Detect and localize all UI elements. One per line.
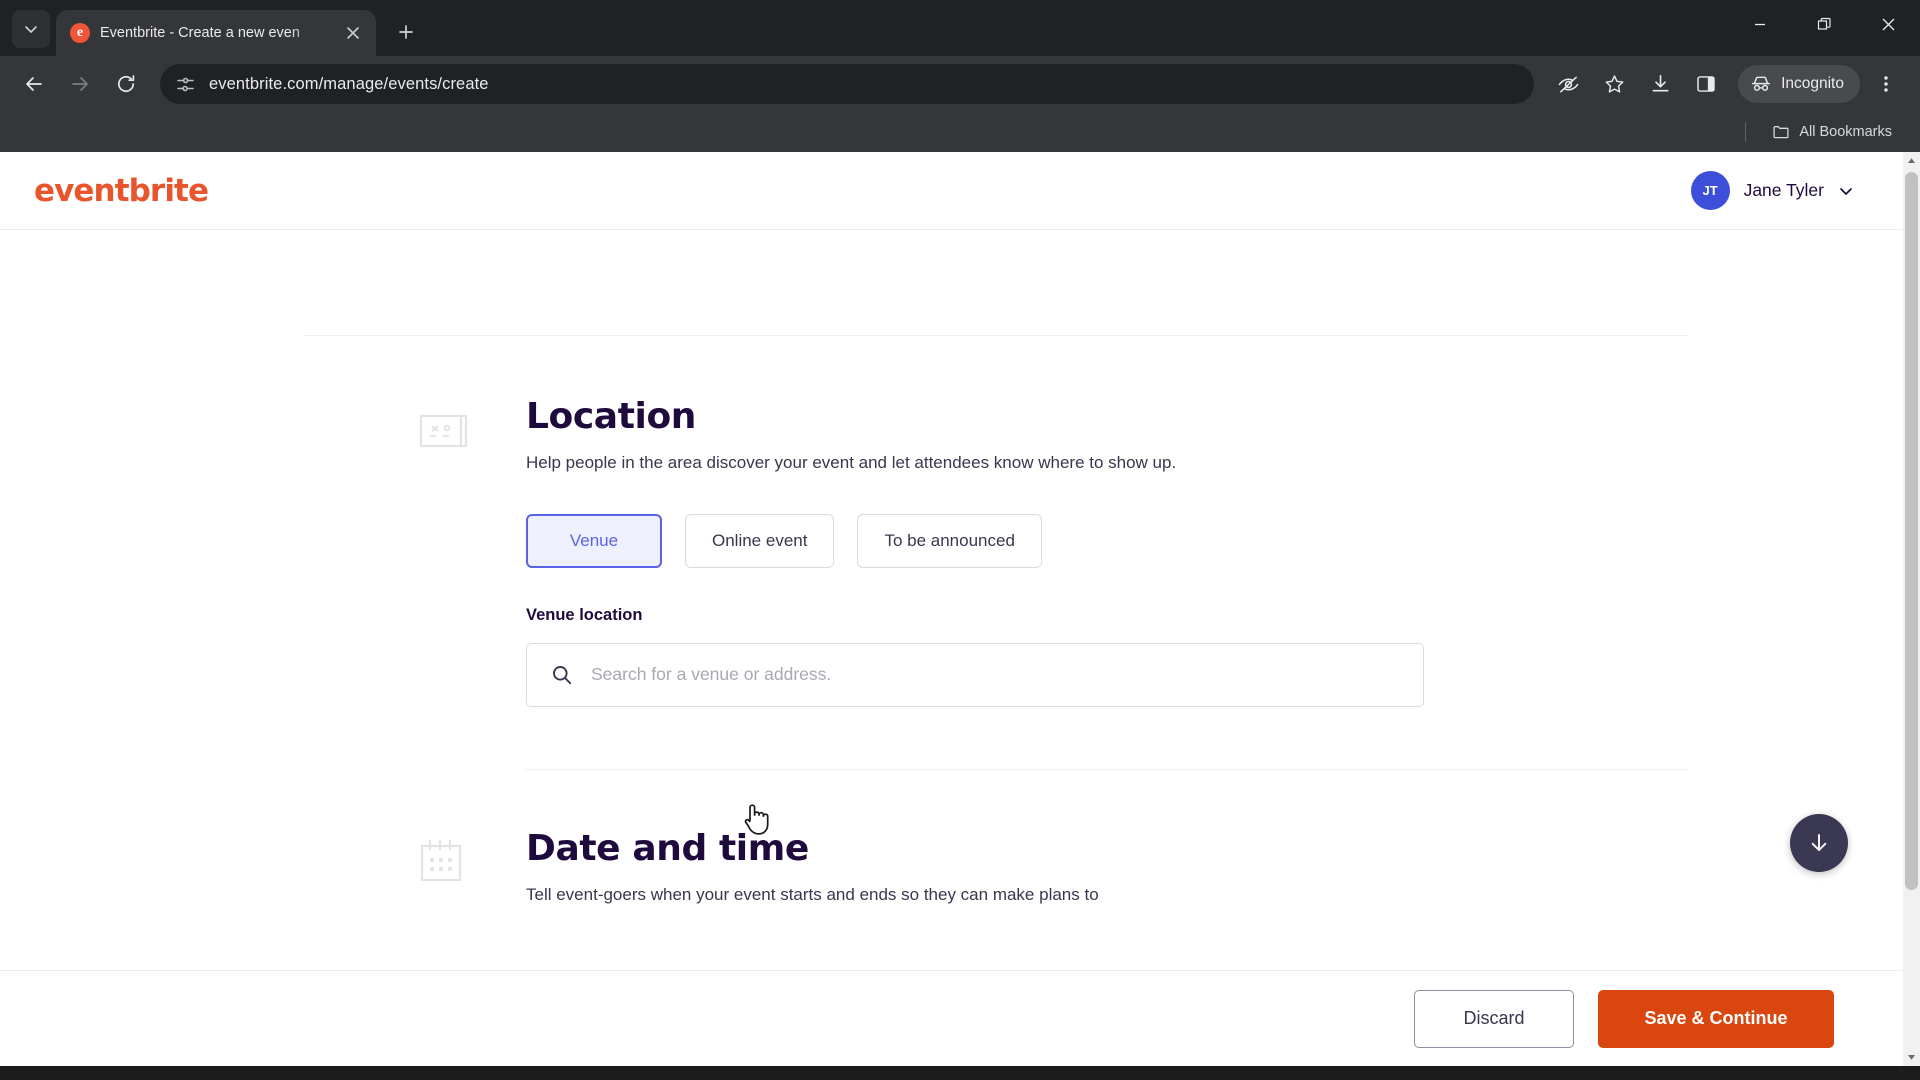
eventbrite-favicon: e: [70, 23, 90, 43]
chevron-down-icon: [25, 26, 37, 33]
avatar: JT: [1690, 171, 1730, 210]
star-icon: [1605, 74, 1624, 93]
chevron-down-icon: [1840, 187, 1852, 195]
scroll-up-arrow[interactable]: [1903, 152, 1920, 169]
location-option-online-event-label: Online event: [712, 530, 808, 550]
minimize-button[interactable]: [1728, 0, 1792, 48]
browser-scrollbar-thumb[interactable]: [1905, 172, 1918, 890]
discard-button[interactable]: Discard: [1414, 989, 1574, 1048]
restore-window-icon: [1817, 17, 1831, 30]
save-and-continue-button[interactable]: Save & Continue: [1598, 989, 1834, 1048]
reload-icon: [117, 75, 135, 93]
datetime-title: Date and time: [526, 827, 809, 869]
all-bookmarks-button[interactable]: All Bookmarks: [1766, 119, 1898, 145]
close-window-button[interactable]: [1856, 0, 1920, 48]
location-option-online-event[interactable]: Online event: [685, 513, 835, 568]
user-name: Jane Tyler: [1743, 180, 1824, 200]
forward-button[interactable]: [60, 64, 100, 104]
close-tab-button[interactable]: [340, 20, 366, 46]
side-panel-button[interactable]: [1686, 64, 1726, 104]
form-content: Location Help people in the area discove…: [0, 335, 1920, 907]
location-title: Location: [526, 396, 697, 437]
tab-strip: e Eventbrite - Create a new even: [0, 0, 1920, 56]
browser-toolbar: eventbrite.com/manage/events/create Inco…: [0, 56, 1920, 112]
venue-search-input[interactable]: [591, 664, 1399, 686]
eye-slash-icon: [1558, 76, 1578, 92]
window-close-icon: [1882, 18, 1894, 30]
datetime-section: Date and time Tell event-goers when your…: [0, 828, 1920, 908]
location-option-venue[interactable]: Venue: [526, 513, 662, 568]
form-action-bar: Discard Save & Continue: [0, 970, 1920, 1066]
user-menu[interactable]: JT Jane Tyler: [1690, 171, 1884, 210]
url-text: eventbrite.com/manage/events/create: [209, 74, 489, 93]
new-tab-button[interactable]: [388, 14, 424, 50]
all-bookmarks-label: All Bookmarks: [1799, 124, 1892, 140]
location-description: Help people in the area discover your ev…: [526, 453, 1177, 472]
downloads-button[interactable]: [1640, 64, 1680, 104]
scroll-down-arrow[interactable]: [1903, 1049, 1920, 1066]
window-bottom-edge: [0, 1066, 1920, 1080]
maximize-button[interactable]: [1792, 0, 1856, 48]
window-controls: [1728, 0, 1920, 48]
location-option-to-be-announced[interactable]: To be announced: [857, 513, 1042, 568]
datetime-description: Tell event-goers when your event starts …: [526, 884, 1099, 904]
download-icon: [1652, 74, 1669, 92]
bookmark-button[interactable]: [1594, 64, 1634, 104]
tab-title: Eventbrite - Create a new even: [100, 25, 300, 41]
tracking-protection-button[interactable]: [1548, 64, 1588, 104]
search-icon: [553, 665, 572, 684]
back-button[interactable]: [14, 64, 54, 104]
page-scroll-region: Location Help people in the area discove…: [0, 230, 1920, 970]
location-option-to-be-announced-label: To be announced: [884, 530, 1015, 550]
eventbrite-header: eventbrite JT Jane Tyler: [0, 152, 1920, 230]
bookmarks-divider: [1745, 122, 1747, 142]
map-blueprint-icon: [416, 402, 472, 458]
forward-arrow-icon: [72, 77, 88, 91]
calendar-icon: [416, 834, 472, 890]
eventbrite-logo[interactable]: eventbrite: [34, 173, 209, 209]
location-type-group: Venue Online event To be announced: [526, 513, 1424, 568]
minimize-icon: [1755, 23, 1765, 26]
location-body: Location Help people in the area discove…: [526, 396, 1424, 707]
incognito-label: Incognito: [1781, 75, 1844, 92]
section-divider-mid: [525, 768, 1688, 770]
browser-tab[interactable]: e Eventbrite - Create a new even: [56, 10, 376, 56]
scroll-down-button[interactable]: [1790, 814, 1848, 872]
datetime-body: Date and time Tell event-goers when your…: [526, 828, 1099, 908]
tab-search-button[interactable]: [12, 10, 50, 48]
address-bar[interactable]: eventbrite.com/manage/events/create: [160, 64, 1535, 104]
plus-icon: [399, 25, 413, 39]
venue-search-box[interactable]: [526, 642, 1424, 707]
reload-button[interactable]: [106, 64, 146, 104]
browser-scrollbar[interactable]: [1903, 152, 1920, 1066]
location-option-venue-label: Venue: [569, 530, 619, 550]
venue-location-label: Venue location: [526, 605, 643, 624]
page-viewport: eventbrite JT Jane Tyler Location Help p…: [0, 152, 1920, 1066]
side-panel-icon: [1697, 76, 1715, 92]
arrow-down-icon: [1811, 834, 1827, 852]
incognito-indicator[interactable]: Incognito: [1738, 65, 1860, 103]
incognito-hat-icon: [1752, 76, 1771, 91]
browser-menu-button[interactable]: [1866, 64, 1906, 104]
three-dot-menu-icon: [1884, 76, 1888, 92]
section-divider-top: [304, 335, 1688, 336]
back-arrow-icon: [26, 77, 42, 91]
browser-window: e Eventbrite - Create a new even eventbr…: [0, 0, 1920, 1080]
folder-icon: [1773, 126, 1789, 139]
location-section: Location Help people in the area discove…: [0, 396, 1920, 707]
bookmarks-bar: All Bookmarks: [0, 112, 1920, 152]
close-icon: [347, 27, 359, 39]
page-settings-icon[interactable]: [176, 75, 195, 94]
